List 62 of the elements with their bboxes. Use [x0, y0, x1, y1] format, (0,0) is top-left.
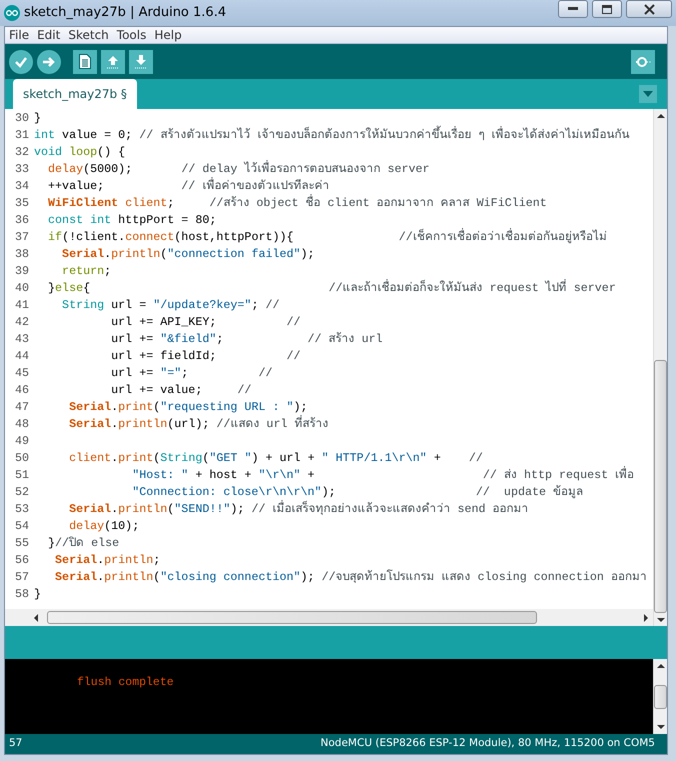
code-line: void loop() { [34, 144, 126, 161]
document-icon [79, 54, 91, 69]
code-line: const int httpPort = 80; [47, 212, 216, 229]
code-line: "Host: " + host + "\r\n" + // ส่ง http request เพื่อ [131, 467, 634, 484]
code-line: } [34, 586, 42, 603]
code-line: url += "="; // [110, 365, 272, 382]
code-line: Serial.println("closing connection"); //จบสุดท้ายโปรแกรม แสดง closing connection ออกมา [54, 569, 647, 586]
code-line: ++value; // เพื่อค่าของตัวแปรทีละค่า [47, 178, 330, 194]
code-line: Serial.println(url); //แสดง url ที่สร้าง [68, 416, 328, 433]
tab-menu-button[interactable] [639, 85, 657, 103]
save-button[interactable] [129, 50, 153, 74]
maximize-icon [602, 4, 612, 14]
search-icon [635, 54, 651, 68]
window-title: sketch_may27b | Arduino 1.6.4 [24, 4, 226, 22]
vertical-scrollbar[interactable] [653, 109, 667, 626]
code-line: url += "&field"; // สร้าง url [110, 331, 383, 348]
code-line: return; [61, 263, 112, 280]
code-line: client.print(String("GET ") + url + " HTTP/1.1\r\n" + // [68, 450, 483, 467]
editor-tab[interactable]: sketch_may27b § [13, 79, 137, 109]
line-number-status: 57 [9, 736, 22, 752]
new-button[interactable] [73, 50, 97, 74]
arduino-logo-icon [4, 5, 20, 21]
code-line: int value = 0; // สร้างตัวแปรมาไว้ เจ้าของบล็อกต้องการให้มันบวกค่าขึ้นเรื่อย ๆ เพื่อจะได้ส่งค่าไม่เหมือนกัน [34, 127, 630, 144]
close-icon [644, 4, 654, 14]
maximize-button[interactable] [592, 0, 622, 18]
down-arrow-icon [134, 54, 148, 69]
code-line: if(!client.connect(host,httpPort)){ //เช็คการเชื่อต่อว่าเชื่อมต่อกันอยู่หรือไม่ [47, 229, 607, 246]
code-line: WiFiClient client; //สร้าง object ชื่อ client ออกมาจาก คลาส WiFiClient [47, 195, 547, 212]
code-line: String url = "/update?key="; // [61, 297, 280, 314]
menu-item[interactable]: Edit [33, 26, 64, 44]
upload-button[interactable] [37, 50, 61, 74]
code-line: Serial.println("SEND!!"); // เมื่อเสร็จทุกอย่างแล้วจะแสดงคำว่า send ออกมา [68, 501, 529, 518]
code-line: url += API_KEY; // [110, 314, 301, 331]
menu-item[interactable]: Sketch [64, 26, 113, 44]
code-line: Serial.println("connection failed"); [61, 246, 315, 263]
checkmark-icon [14, 56, 28, 68]
code-line: } [34, 110, 42, 127]
verify-button[interactable] [9, 50, 33, 74]
code-line: "Connection: close\r\n\r\n"); // update ข้อมูล [131, 484, 584, 500]
caret-icon [643, 91, 653, 97]
close-button[interactable] [626, 0, 672, 18]
up-arrow-icon [106, 54, 120, 69]
menu-item[interactable]: File [5, 26, 34, 44]
console-line: flush complete [77, 675, 175, 691]
menu-item[interactable]: Help [150, 26, 186, 44]
code-line: }else{ //และถ้าเชื่อมต่อก็จะให้มันส่ง request ไปที่ server [47, 280, 616, 297]
open-button[interactable] [101, 50, 125, 74]
code-line: Serial.print("requesting URL : "); [68, 399, 308, 415]
code-line: }//ปิด else [47, 535, 120, 552]
horizontal-scrollbar[interactable] [5, 609, 653, 626]
code-line: url += value; // [110, 382, 252, 399]
code-line: delay(5000); // delay ไว้เพื่อรอการตอบสนองจาก server [47, 161, 430, 177]
code-line: Serial.println; [54, 552, 160, 569]
code-line: delay(10); [68, 518, 140, 535]
minimize-button[interactable] [558, 0, 588, 18]
serial-monitor-button[interactable] [631, 50, 655, 74]
minimize-icon [568, 7, 578, 11]
board-info: NodeMCU (ESP8266 ESP-12 Module), 80 MHz, 115200 on COM5 [320, 736, 655, 752]
menu-item[interactable]: Tools [112, 26, 150, 44]
code-line: url += fieldId; // [110, 348, 301, 365]
console-scrollbar[interactable] [653, 659, 667, 734]
right-arrow-icon [42, 56, 56, 68]
